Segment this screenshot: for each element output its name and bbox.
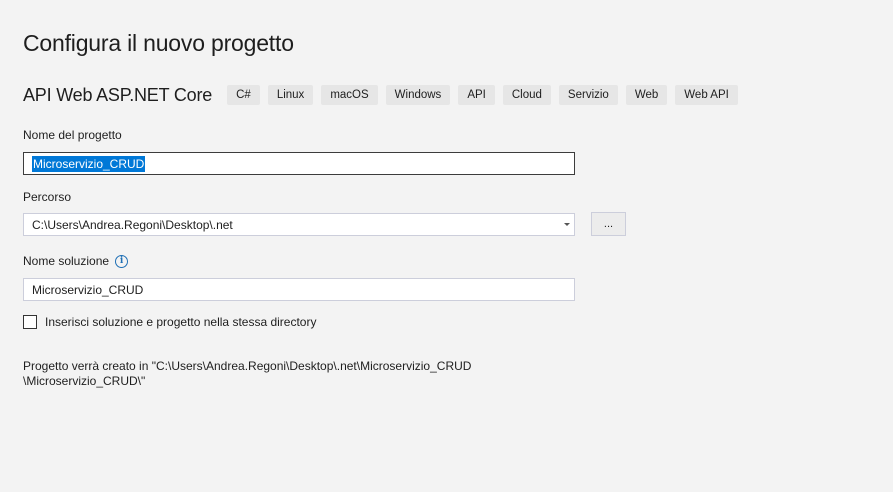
tag-web: Web [625,85,668,105]
template-name: API Web ASP.NET Core [23,84,213,105]
location-label: Percorso [23,190,72,204]
template-header: API Web ASP.NET Core C# Linux macOS Wind… [23,84,746,106]
solution-name-value: Microservizio_CRUD [32,282,144,297]
project-name-value: Microservizio_CRUD [32,155,146,172]
same-directory-label: Inserisci soluzione e progetto nella ste… [45,315,317,329]
tag-macos: macOS [321,85,378,105]
project-location-info-line2: \Microservizio_CRUD\" [23,374,146,388]
info-icon[interactable]: i [115,254,129,268]
browse-button[interactable]: ... [591,212,626,236]
location-value: C:\Users\Andrea.Regoni\Desktop\.net [32,217,233,232]
tag-windows: Windows [385,85,451,105]
tag-csharp: C# [227,85,260,105]
page-title: Configura il nuovo progetto [23,30,294,56]
tag-linux: Linux [267,85,314,105]
location-combobox[interactable]: C:\Users\Andrea.Regoni\Desktop\.net [23,213,575,236]
project-name-input[interactable]: Microservizio_CRUD [23,152,575,175]
tag-web-api: Web API [675,85,738,105]
chevron-down-icon[interactable] [564,223,570,226]
tag-servizio: Servizio [558,85,618,105]
project-location-info-line1: Progetto verrà creato in "C:\Users\Andre… [23,359,472,373]
tag-api: API [458,85,495,105]
same-directory-option[interactable]: Inserisci soluzione e progetto nella ste… [23,315,316,329]
solution-name-input[interactable]: Microservizio_CRUD [23,278,575,301]
same-directory-checkbox[interactable] [23,315,37,329]
tag-cloud: Cloud [502,85,551,105]
solution-name-label-row: Nome soluzione i [23,254,129,268]
project-name-label: Nome del progetto [23,128,122,142]
project-location-info: Progetto verrà creato in "C:\Users\Andre… [23,359,471,389]
solution-name-label: Nome soluzione [23,254,110,268]
